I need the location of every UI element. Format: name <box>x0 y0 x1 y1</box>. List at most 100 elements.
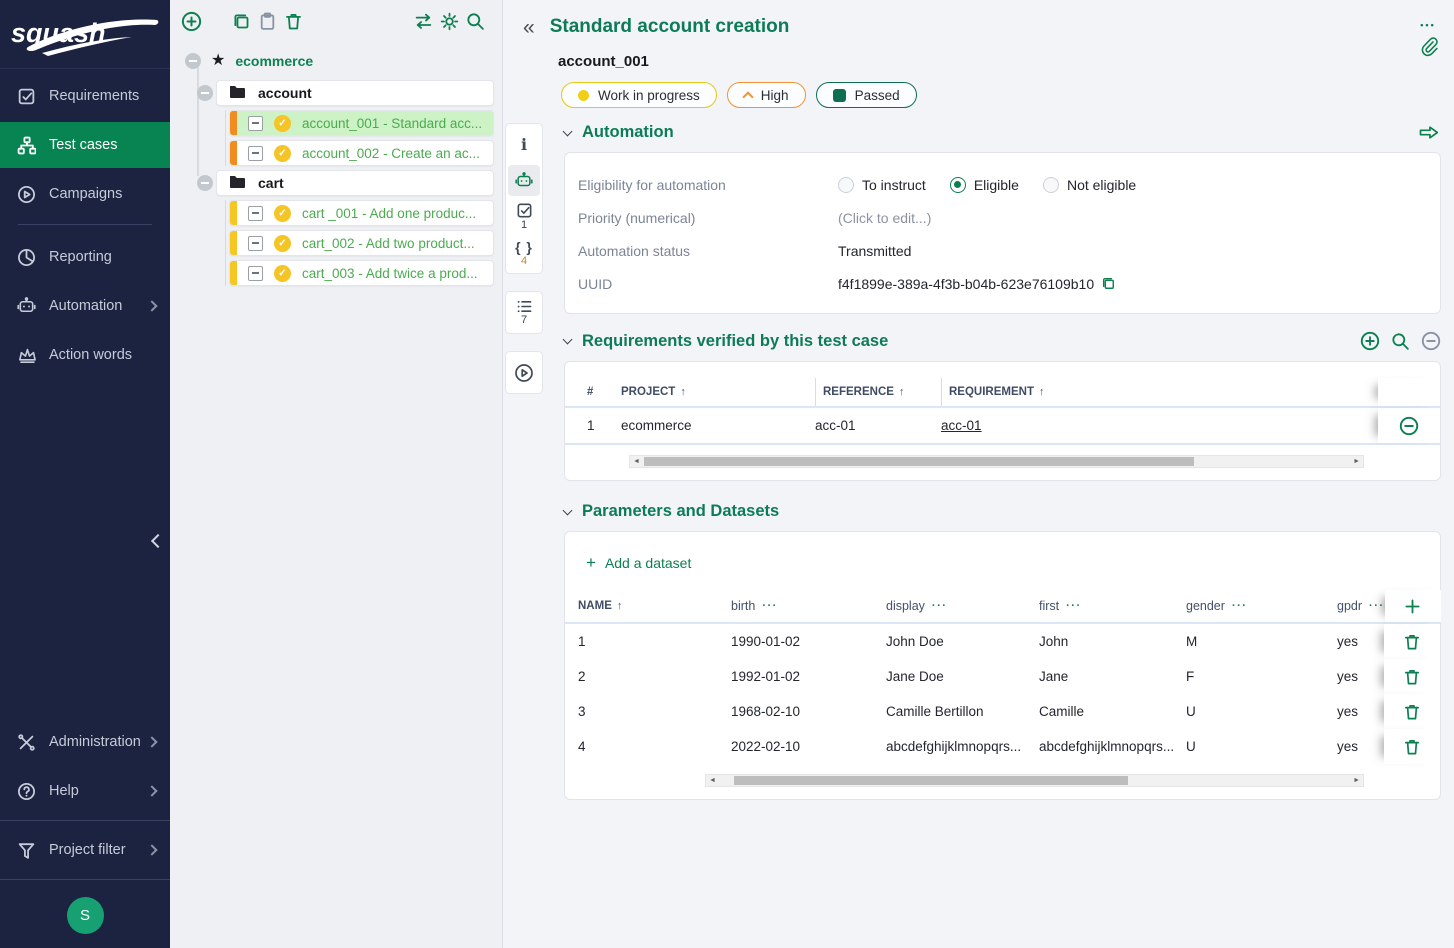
radio-to-instruct[interactable]: To instruct <box>838 177 926 193</box>
chevron-down-icon[interactable] <box>563 335 573 345</box>
column-menu-icon[interactable]: ··· <box>932 600 948 612</box>
tab-executions[interactable] <box>508 357 540 388</box>
new-item-plus-circle-icon[interactable] <box>178 8 204 34</box>
delete-trash-icon[interactable] <box>1403 633 1421 651</box>
search-icon[interactable] <box>1391 332 1410 351</box>
collapse-box-icon[interactable] <box>248 206 263 221</box>
collapse-box-icon[interactable] <box>248 266 263 281</box>
transmit-arrow-icon[interactable] <box>1417 124 1441 141</box>
copy-icon[interactable] <box>228 8 254 34</box>
delete-trash-icon[interactable] <box>1403 703 1421 721</box>
horizontal-scrollbar[interactable]: ◄ ► <box>705 774 1364 787</box>
tree-folder-row[interactable]: cart <box>197 170 494 196</box>
radio-not-eligible[interactable]: Not eligible <box>1043 177 1136 193</box>
column-menu-icon[interactable]: ··· <box>1066 600 1082 612</box>
dataset-row[interactable]: 2 1992-01-02 Jane Doe Jane F yes <box>565 659 1440 694</box>
sidebar-item-help[interactable]: Help <box>0 768 170 814</box>
tree-case-row[interactable]: ✓ account_001 - Standard acc... <box>229 110 494 136</box>
sidebar-item-requirements[interactable]: Requirements <box>0 73 170 119</box>
priority-editable-value[interactable]: (Click to edit...) <box>838 210 1440 226</box>
radio-eligible[interactable]: Eligible <box>950 177 1019 193</box>
collapse-box-icon[interactable] <box>248 236 263 251</box>
column-menu-icon[interactable]: ··· <box>1369 600 1385 612</box>
test-case-node[interactable]: ✓ cart_002 - Add two product... <box>229 230 494 256</box>
tab-attachments-list[interactable]: 7 <box>508 297 540 328</box>
column-menu-icon[interactable]: ··· <box>1232 600 1248 612</box>
dataset-row[interactable]: 1 1990-01-02 John Doe John M yes <box>565 624 1440 659</box>
requirement-table-row[interactable]: 1 ecommerce acc-01 acc-01 <box>565 408 1440 445</box>
column-header[interactable]: birth··· <box>731 599 886 613</box>
paperclip-attachment-icon[interactable] <box>1418 35 1438 57</box>
tree-folder-row[interactable]: account <box>197 80 494 106</box>
sidebar-item-reporting[interactable]: Reporting <box>0 234 170 280</box>
status-badge-work-in-progress[interactable]: Work in progress <box>561 82 717 108</box>
more-options-icon[interactable]: ••• <box>1420 20 1435 30</box>
scrollbar-thumb[interactable] <box>644 457 1194 466</box>
scroll-right-icon[interactable]: ► <box>1350 458 1363 465</box>
folder-node[interactable]: cart <box>216 170 494 196</box>
column-header[interactable]: REQUIREMENT↑ <box>941 378 1378 406</box>
sidebar-item-automation[interactable]: Automation <box>0 283 170 329</box>
test-case-node-selected[interactable]: ✓ account_001 - Standard acc... <box>229 110 494 136</box>
collapse-minus-icon[interactable] <box>197 85 213 101</box>
collapse-minus-circle-icon[interactable] <box>1421 331 1441 351</box>
dataset-row[interactable]: 3 1968-02-10 Camille Bertillon Camille U… <box>565 694 1440 729</box>
tab-parameters[interactable]: { } 4 <box>508 237 540 268</box>
back-chevrons-icon[interactable]: « <box>523 17 535 38</box>
chevron-down-icon[interactable] <box>563 505 573 515</box>
collapse-box-icon[interactable] <box>248 116 263 131</box>
search-icon[interactable] <box>462 8 488 34</box>
column-header[interactable]: display··· <box>886 599 1039 613</box>
column-header[interactable]: REFERENCE↑ <box>815 378 941 406</box>
sidebar-item-administration[interactable]: Administration <box>0 719 170 765</box>
tree-case-row[interactable]: ✓ cart_003 - Add twice a prod... <box>229 260 494 286</box>
tab-automation[interactable] <box>508 165 540 196</box>
column-header[interactable]: # <box>587 378 621 406</box>
scroll-right-icon[interactable]: ► <box>1350 777 1363 784</box>
collapse-minus-icon[interactable] <box>197 175 213 191</box>
radio-checked-icon[interactable] <box>950 177 966 193</box>
column-header-name[interactable]: NAME↑ <box>578 600 731 612</box>
add-requirement-plus-circle-icon[interactable] <box>1360 331 1380 351</box>
tree-case-row[interactable]: ✓ account_002 - Create an ac... <box>229 140 494 166</box>
paste-clipboard-icon[interactable] <box>254 8 280 34</box>
sidebar-item-action-words[interactable]: Action words <box>0 332 170 378</box>
radio-icon[interactable] <box>838 177 854 193</box>
requirement-link[interactable]: acc-01 <box>941 418 1378 433</box>
tab-information[interactable]: i <box>508 129 540 160</box>
tree-case-row[interactable]: ✓ cart_002 - Add two product... <box>229 230 494 256</box>
sidebar-item-test-cases[interactable]: Test cases <box>0 122 170 168</box>
execution-badge-passed[interactable]: Passed <box>816 82 917 108</box>
delete-trash-icon[interactable] <box>1403 738 1421 756</box>
column-header[interactable]: gender··· <box>1186 599 1337 613</box>
sidebar-item-project-filter[interactable]: Project filter <box>0 827 170 873</box>
importance-badge-high[interactable]: High <box>727 82 806 108</box>
column-menu-icon[interactable]: ··· <box>762 600 778 612</box>
horizontal-scrollbar[interactable]: ◄ ► <box>629 455 1364 468</box>
dataset-row[interactable]: 4 2022-02-10 abcdefghijklmnopqrs... abcd… <box>565 729 1440 764</box>
collapse-minus-icon[interactable] <box>185 53 201 69</box>
column-header[interactable]: gpdr··· <box>1337 599 1385 613</box>
column-header[interactable]: PROJECT↑ <box>621 378 815 406</box>
unbind-minus-circle-icon[interactable] <box>1399 416 1419 436</box>
gear-icon[interactable] <box>436 8 462 34</box>
tree-case-row[interactable]: ✓ cart _001 - Add one produc... <box>229 200 494 226</box>
swap-arrows-icon[interactable] <box>410 8 436 34</box>
scroll-left-icon[interactable]: ◄ <box>706 777 719 784</box>
scrollbar-thumb[interactable] <box>734 776 1128 785</box>
add-dataset-button[interactable]: + Add a dataset <box>586 554 691 571</box>
radio-icon[interactable] <box>1043 177 1059 193</box>
test-case-node[interactable]: ✓ account_002 - Create an ac... <box>229 140 494 166</box>
sidebar-item-campaigns[interactable]: Campaigns <box>0 171 170 217</box>
delete-trash-icon[interactable] <box>1403 668 1421 686</box>
folder-node[interactable]: account <box>216 80 494 106</box>
column-header[interactable]: first··· <box>1039 599 1186 613</box>
delete-trash-icon[interactable] <box>280 8 306 34</box>
tree-project-row[interactable]: ★ ecommerce <box>178 48 494 74</box>
test-case-node[interactable]: ✓ cart _001 - Add one produc... <box>229 200 494 226</box>
tab-steps[interactable]: 1 <box>508 201 540 232</box>
user-avatar[interactable]: S <box>67 897 104 934</box>
collapse-box-icon[interactable] <box>248 146 263 161</box>
add-parameter-plus-icon[interactable] <box>1404 598 1421 615</box>
scroll-left-icon[interactable]: ◄ <box>630 458 643 465</box>
